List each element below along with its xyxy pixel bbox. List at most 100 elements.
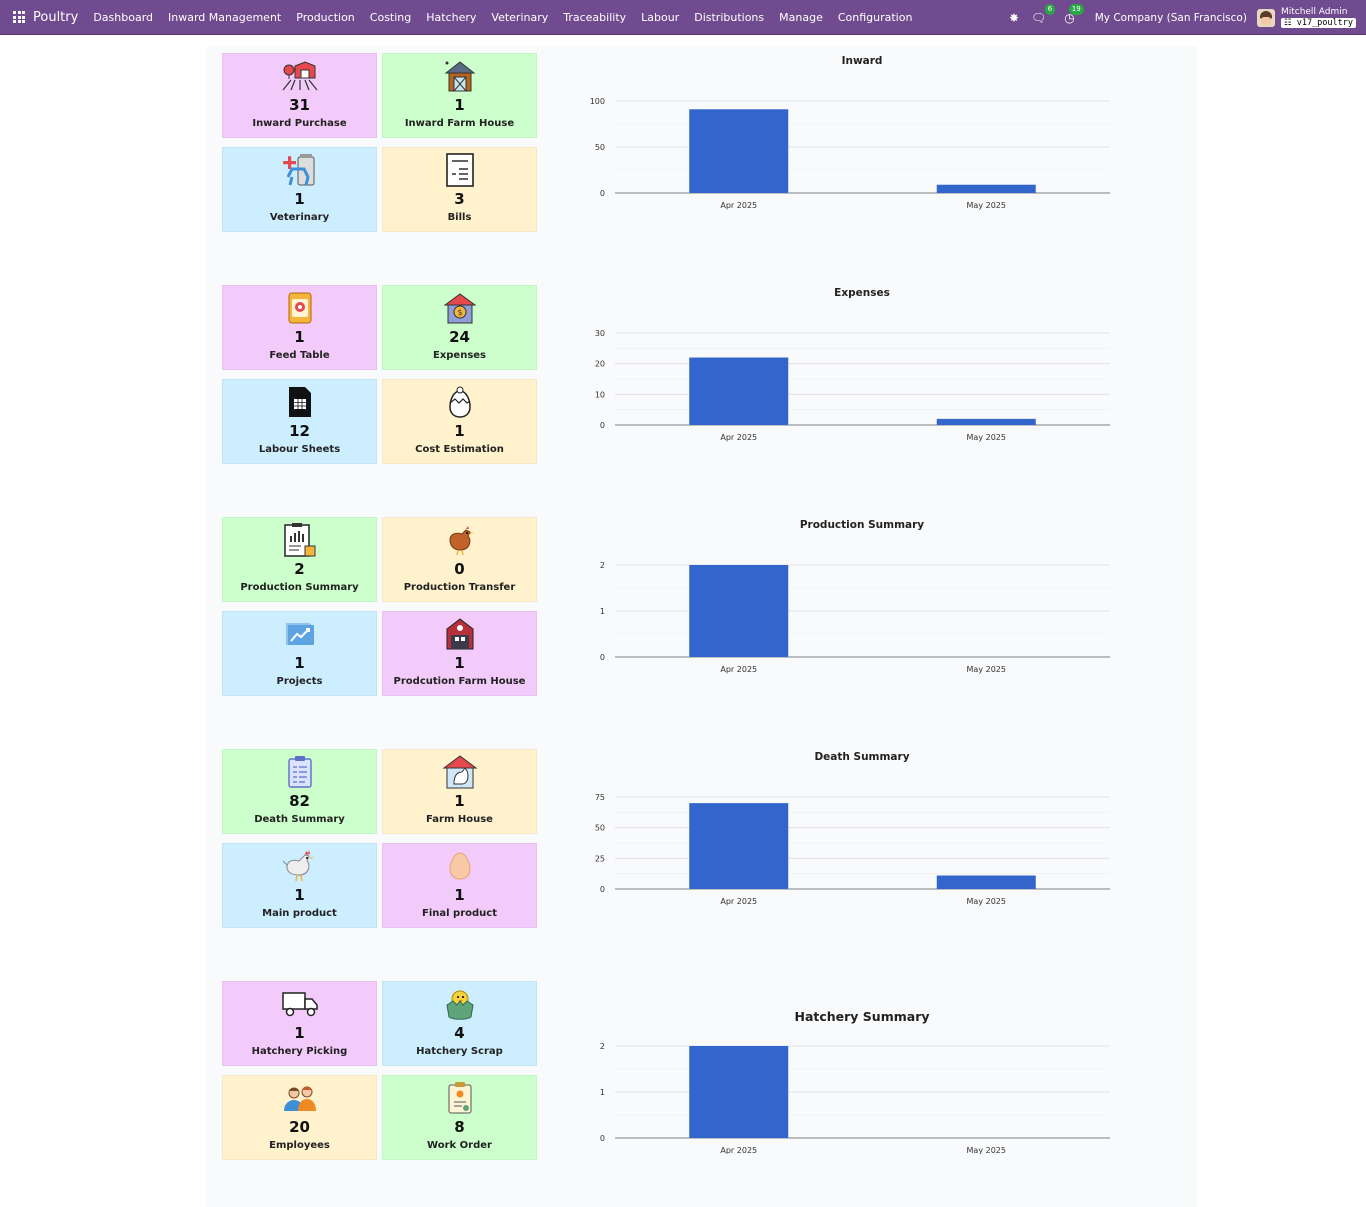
menu-labour[interactable]: Labour — [641, 11, 679, 24]
kpi-label: Projects — [276, 676, 323, 687]
menu-distributions[interactable]: Distributions — [694, 11, 764, 24]
menu-inward-management[interactable]: Inward Management — [168, 11, 281, 24]
bar-apr-2025[interactable] — [689, 1046, 789, 1138]
x-tick-label: May 2025 — [967, 201, 1006, 210]
egg-icon — [448, 848, 472, 884]
kpi-card-main-product[interactable]: 1 Main product — [222, 843, 377, 928]
dashboard-section: 82 Death Summary 1 Farm House 1 Main product 1… — [206, 742, 1197, 942]
chart-hatchery-summary: Hatchery Summary 0 1 2 Apr 2025 May 2025 — [566, 974, 1126, 1154]
dashboard-section: 1 Feed Table $24 Expenses 12 Labour Sheets 1 Co… — [206, 278, 1197, 478]
farm-house-icon — [443, 58, 477, 94]
x-tick-label: Apr 2025 — [720, 665, 757, 674]
clipboard-icon — [287, 754, 313, 790]
kpi-card-labour-sheets[interactable]: 12 Labour Sheets — [222, 379, 377, 464]
y-tick-label: 1 — [600, 607, 605, 616]
kpi-value: 1 — [454, 422, 465, 440]
menu-production[interactable]: Production — [296, 11, 355, 24]
kpi-card-work-order[interactable]: 8 Work Order — [382, 1075, 537, 1160]
kpi-card-cost-estimation[interactable]: 1 Cost Estimation — [382, 379, 537, 464]
kpi-card-hatchery-picking[interactable]: 1 Hatchery Picking — [222, 981, 377, 1066]
kpi-card-employees[interactable]: 20 Employees — [222, 1075, 377, 1160]
user-avatar[interactable] — [1256, 8, 1275, 27]
bug-icon[interactable]: ✸ — [1009, 11, 1019, 25]
menu-manage[interactable]: Manage — [779, 11, 823, 24]
menu-dashboard[interactable]: Dashboard — [93, 11, 153, 24]
bar-may-2025[interactable] — [936, 184, 1036, 193]
kpi-value: 20 — [289, 1118, 310, 1136]
bar-apr-2025[interactable] — [689, 565, 789, 657]
bar-may-2025[interactable] — [936, 418, 1036, 425]
chart-title: Inward — [842, 55, 883, 67]
svg-text:$: $ — [457, 308, 462, 317]
menu-configuration[interactable]: Configuration — [838, 11, 913, 24]
y-tick-label: 20 — [595, 360, 605, 369]
kpi-card-bills[interactable]: 3 Bills — [382, 147, 537, 232]
kpi-card-death-summary[interactable]: 82 Death Summary — [222, 749, 377, 834]
x-tick-label: May 2025 — [967, 665, 1006, 674]
bar-chart-svg: Hatchery Summary 0 1 2 Apr 2025 May 2025 — [600, 1009, 1110, 1154]
y-tick-label: 30 — [595, 329, 605, 338]
activities-icon[interactable]: ◷ 19 — [1064, 3, 1084, 25]
menu-costing[interactable]: Costing — [370, 11, 411, 24]
bar-apr-2025[interactable] — [689, 109, 789, 193]
chart-title: Expenses — [834, 287, 890, 299]
kpi-card-inward-purchase[interactable]: 31 Inward Purchase — [222, 53, 377, 138]
bar-apr-2025[interactable] — [689, 357, 789, 425]
y-tick-label: 10 — [595, 390, 605, 399]
kpi-value: 1 — [454, 886, 465, 904]
kpi-value: 1 — [454, 654, 465, 672]
bar-may-2025[interactable] — [936, 875, 1036, 889]
kpi-label: Labour Sheets — [258, 444, 341, 455]
y-tick-label: 50 — [595, 824, 605, 833]
kpi-card-expenses[interactable]: $24 Expenses — [382, 285, 537, 370]
bar-apr-2025[interactable] — [689, 803, 789, 889]
kpi-card-hatchery-scrap[interactable]: 4 Hatchery Scrap — [382, 981, 537, 1066]
kpi-value: 24 — [449, 328, 470, 346]
expenses-icon: $ — [442, 290, 477, 326]
kpi-card-inward-farm-house[interactable]: 1 Inward Farm House — [382, 53, 537, 138]
kpi-cards: 1 Hatchery Picking 4 Hatchery Scrap 20 Employ… — [222, 981, 537, 1161]
dashboard-section: 1 Hatchery Picking 4 Hatchery Scrap 20 Employ… — [206, 974, 1197, 1174]
x-tick-label: May 2025 — [967, 1146, 1006, 1154]
kpi-card-veterinary[interactable]: 1 Veterinary — [222, 147, 377, 232]
hen-icon — [444, 522, 476, 558]
dashboard-section: 2 Production Summary 0 Production Transfer 1… — [206, 510, 1197, 710]
y-tick-label: 75 — [595, 793, 605, 802]
report-icon — [283, 522, 317, 558]
company-switcher[interactable]: My Company (San Francisco) — [1095, 12, 1247, 24]
apps-menu-icon[interactable] — [13, 11, 25, 23]
kpi-label: Production Summary — [240, 582, 359, 593]
kpi-label: Main product — [262, 908, 337, 919]
messages-badge: 6 — [1044, 3, 1056, 15]
kpi-value: 12 — [289, 422, 310, 440]
x-tick-label: Apr 2025 — [720, 201, 757, 210]
kpi-label: Feed Table — [269, 350, 330, 361]
kpi-cards: 31 Inward Purchase 1 Inward Farm House 1 Vete… — [222, 53, 537, 233]
menu-veterinary[interactable]: Veterinary — [491, 11, 548, 24]
top-navbar: Poultry Dashboard Inward Management Prod… — [0, 0, 1366, 35]
rooster-house-icon — [442, 754, 478, 790]
menu-hatchery[interactable]: Hatchery — [426, 11, 476, 24]
messages-icon[interactable]: 🗨 6 — [1031, 3, 1056, 25]
chart-expenses: Expenses 0 10 20 30 Apr 2025 May 2025 — [566, 278, 1126, 458]
kpi-value: 1 — [294, 328, 305, 346]
app-brand[interactable]: Poultry — [33, 10, 78, 25]
kpi-card-final-product[interactable]: 1 Final product — [382, 843, 537, 928]
chart-death-summary: Death Summary 0 25 50 75 Apr 2025 May 2025 — [566, 742, 1126, 922]
bar-chart-svg: Death Summary 0 25 50 75 Apr 2025 May 2025 — [595, 751, 1110, 906]
kpi-label: Work Order — [427, 1140, 492, 1151]
user-menu[interactable]: Mitchell Admin ☷ v17_poultry — [1280, 7, 1356, 28]
database-badge: ☷ v17_poultry — [1280, 18, 1356, 28]
kpi-value: 0 — [454, 560, 465, 578]
kpi-card-projects[interactable]: 1 Projects — [222, 611, 377, 696]
x-tick-label: May 2025 — [967, 897, 1006, 906]
kpi-label: Death Summary — [254, 814, 345, 825]
kpi-card-farm-house[interactable]: 1 Farm House — [382, 749, 537, 834]
kpi-card-prodcution-farm-house[interactable]: 1 Prodcution Farm House — [382, 611, 537, 696]
kpi-card-production-transfer[interactable]: 0 Production Transfer — [382, 517, 537, 602]
menu-traceability[interactable]: Traceability — [563, 11, 626, 24]
chart-title: Hatchery Summary — [794, 1009, 929, 1024]
chicken-icon — [282, 848, 317, 884]
kpi-card-feed-table[interactable]: 1 Feed Table — [222, 285, 377, 370]
kpi-card-production-summary[interactable]: 2 Production Summary — [222, 517, 377, 602]
